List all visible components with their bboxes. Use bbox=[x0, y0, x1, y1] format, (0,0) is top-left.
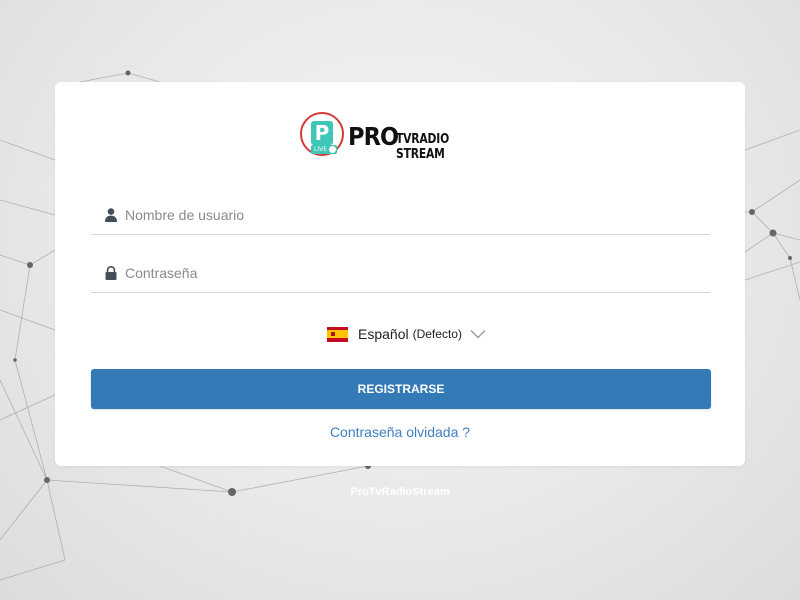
footer-brand-text: ProTvRadioStream bbox=[350, 486, 450, 498]
brand-name-pro: PRO bbox=[348, 122, 399, 151]
badge-live-text: LIVE bbox=[314, 146, 328, 153]
user-icon bbox=[105, 208, 117, 222]
spain-flag-icon bbox=[327, 326, 348, 342]
password-field bbox=[91, 250, 710, 293]
username-input[interactable] bbox=[125, 200, 685, 230]
lock-icon bbox=[105, 266, 117, 280]
chevron-down-icon bbox=[470, 330, 486, 339]
brand-badge: P LIVE bbox=[300, 112, 344, 156]
forgot-password-link[interactable]: Contraseña olvidada ? bbox=[55, 424, 745, 440]
badge-live-tag: LIVE bbox=[311, 145, 337, 154]
badge-letter: P bbox=[311, 121, 333, 145]
login-card: P LIVE PRO TVRADIO STREAM Español (Defec… bbox=[55, 82, 745, 466]
username-field bbox=[91, 192, 710, 235]
register-button[interactable]: REGISTRARSE bbox=[91, 369, 711, 409]
brand-logo: P LIVE PRO TVRADIO STREAM bbox=[300, 110, 510, 164]
brand-name-sub: TVRADIO STREAM bbox=[396, 132, 450, 162]
language-selector[interactable]: Español (Defecto) bbox=[327, 322, 486, 346]
live-dot-icon bbox=[329, 146, 336, 153]
language-name: Español bbox=[358, 326, 409, 342]
password-input[interactable] bbox=[125, 258, 685, 288]
language-default-note: (Defecto) bbox=[412, 327, 462, 341]
